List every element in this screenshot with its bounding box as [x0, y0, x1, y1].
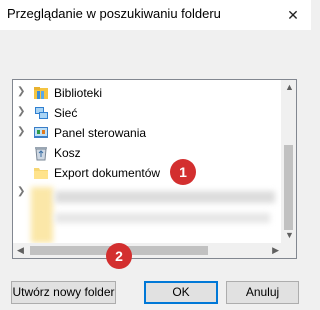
annotation-badge-1: 1 — [170, 159, 196, 185]
tree-item-label: Panel sterowania — [54, 126, 147, 140]
tree-item-label: Kosz — [54, 146, 81, 160]
recycle-bin-icon — [35, 147, 47, 161]
chevron-right-icon[interactable]: ❯ — [17, 106, 25, 117]
tree-item-biblioteki[interactable]: ❯ Biblioteki — [13, 83, 283, 103]
tree-item-siec[interactable]: ❯ Sieć — [13, 103, 283, 123]
cancel-button[interactable]: Anuluj — [226, 281, 299, 304]
chevron-right-icon[interactable]: ❯ — [17, 186, 25, 197]
tree-item-label: Biblioteki — [54, 86, 103, 100]
blurred-label — [55, 191, 275, 203]
ok-button[interactable]: OK — [144, 281, 218, 304]
scroll-right-icon[interactable]: ▶ — [272, 245, 279, 256]
blurred-folder-icon — [31, 187, 53, 243]
vertical-scrollbar[interactable]: ▲ ▼ — [281, 80, 296, 258]
tree-item-blurred[interactable]: ❯ — [13, 183, 283, 243]
annotation-badge-2: 2 — [106, 243, 132, 269]
tree-item-kosz[interactable]: Kosz — [13, 143, 283, 163]
blurred-label — [55, 213, 270, 223]
close-button[interactable]: ✕ — [275, 0, 311, 30]
title-bar: Przeglądanie w poszukiwaniu folderu ✕ — [0, 0, 311, 30]
dialog-title: Przeglądanie w poszukiwaniu folderu — [7, 6, 221, 21]
libraries-icon — [34, 87, 48, 99]
vertical-scroll-thumb[interactable] — [284, 145, 293, 230]
browse-folder-dialog: Przeglądanie w poszukiwaniu folderu ✕ ❯ … — [0, 0, 311, 310]
scroll-left-icon[interactable]: ◀ — [17, 245, 24, 256]
chevron-right-icon[interactable]: ❯ — [17, 86, 25, 97]
folder-tree[interactable]: ❯ Biblioteki ❯ Sieć ❯ Panel sterowania K… — [12, 79, 297, 259]
folder-icon — [34, 168, 48, 179]
scroll-down-icon[interactable]: ▼ — [285, 230, 294, 240]
new-folder-button[interactable]: Utwórz nowy folder — [11, 281, 116, 304]
network-icon — [35, 107, 48, 119]
horizontal-scrollbar[interactable]: ◀ ▶ — [13, 243, 281, 258]
control-panel-icon — [34, 127, 48, 138]
tree-item-panel-sterowania[interactable]: ❯ Panel sterowania — [13, 123, 283, 143]
tree-item-export-dokumentow[interactable]: Export dokumentów — [13, 163, 283, 183]
scroll-up-icon[interactable]: ▲ — [285, 82, 294, 92]
tree-item-label: Export dokumentów — [54, 166, 161, 180]
chevron-right-icon[interactable]: ❯ — [17, 126, 25, 137]
tree-item-label: Sieć — [54, 106, 78, 120]
